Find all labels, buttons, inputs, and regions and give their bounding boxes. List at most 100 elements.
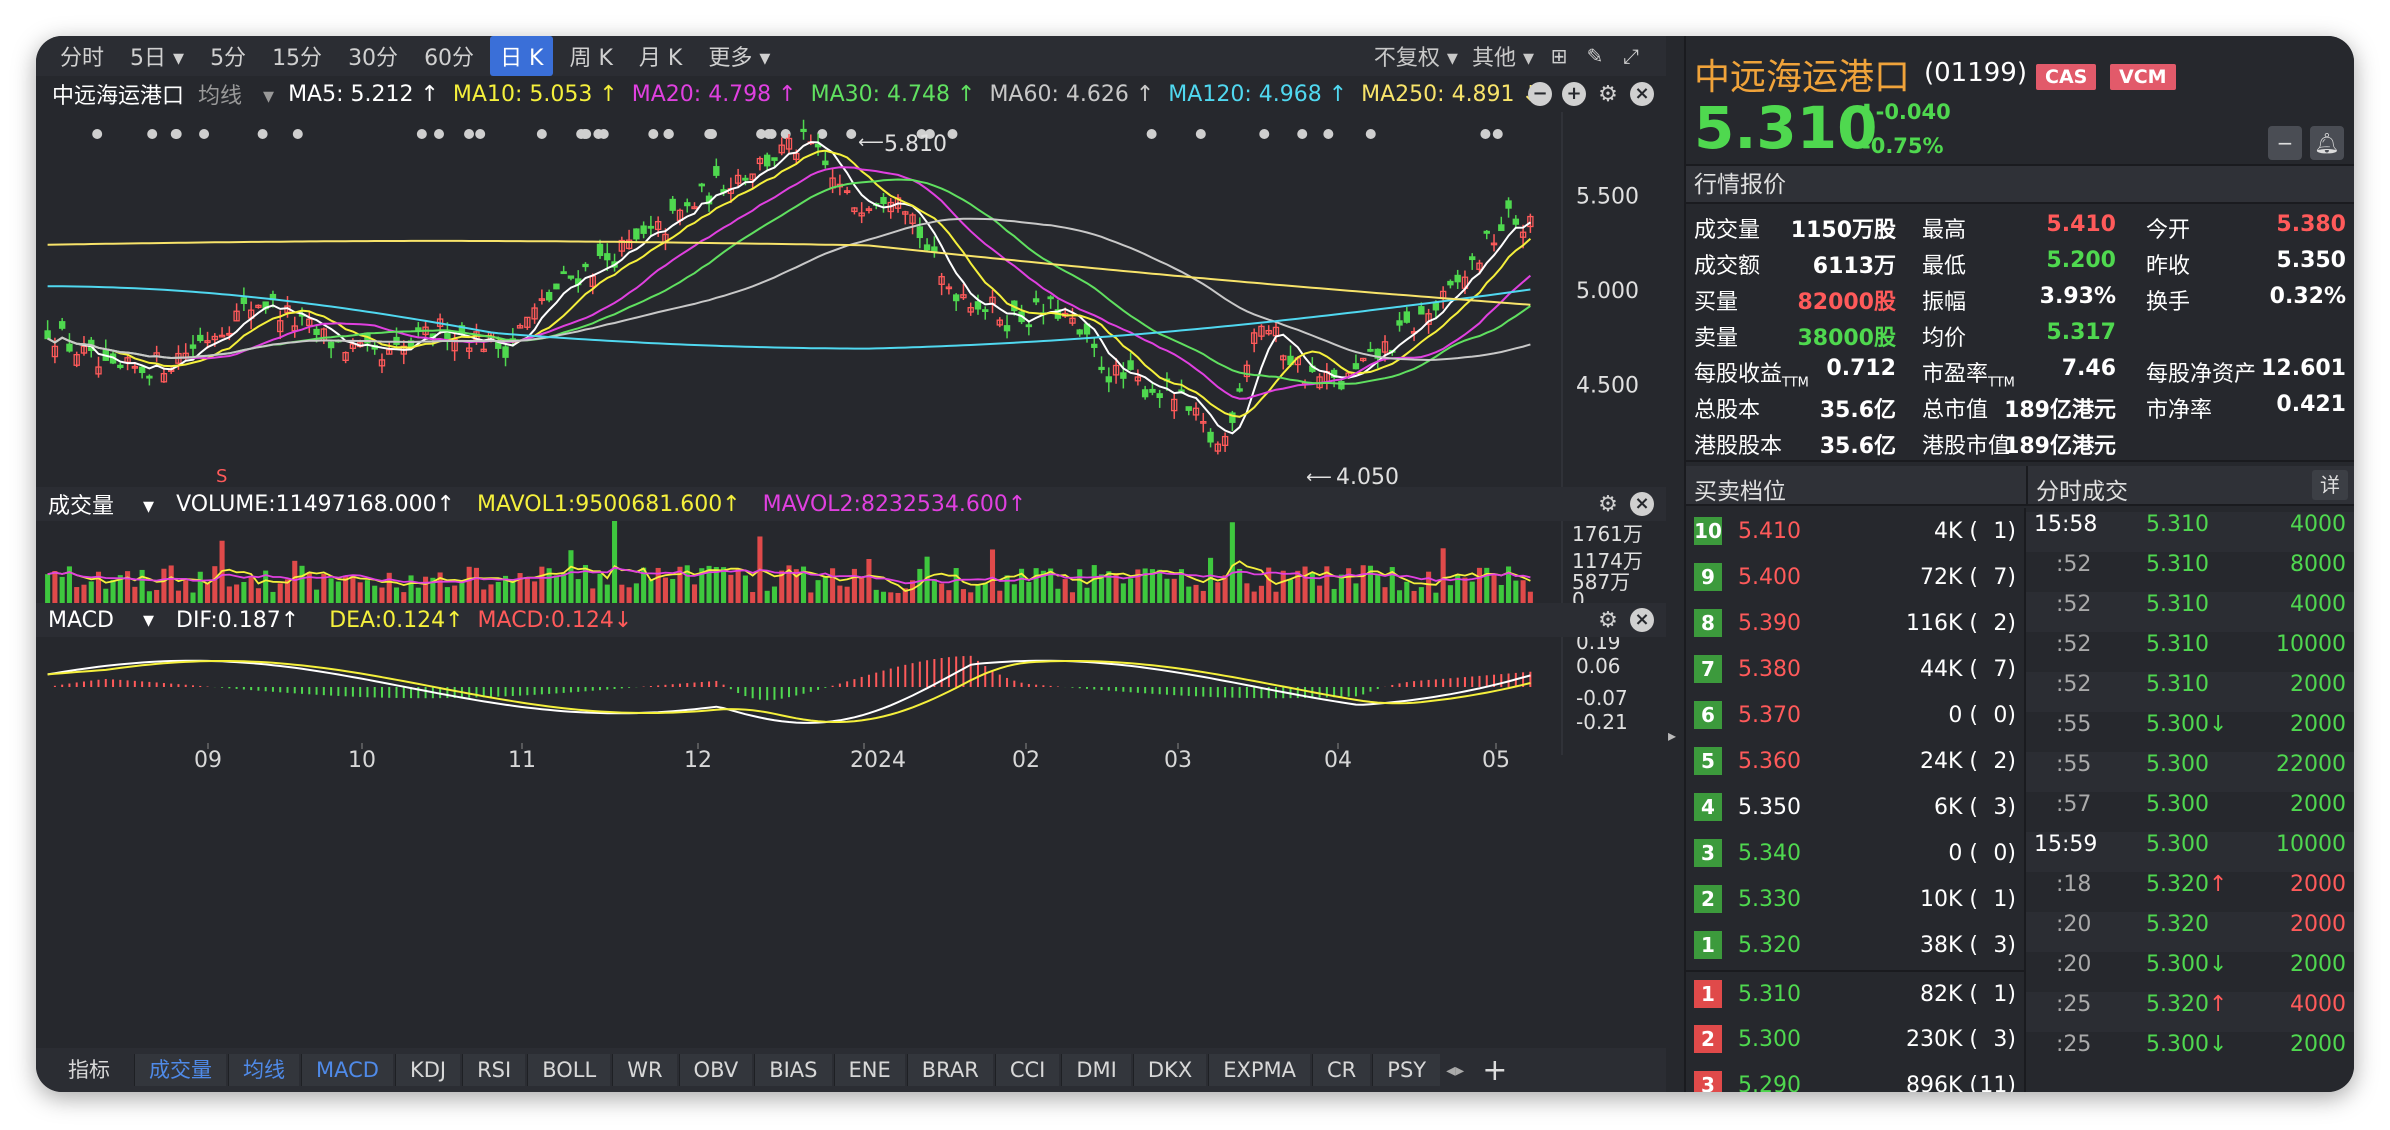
level-price: 5.350 <box>1738 794 1801 820</box>
bid-row[interactable]: 1 5.310 82K (1) <box>1686 970 2026 1016</box>
price-tick-label: 5.000 <box>1576 279 1639 304</box>
indicator-tab-obv[interactable]: OBV <box>678 1054 753 1086</box>
macd-close-icon[interactable]: × <box>1630 608 1654 632</box>
candle-body <box>1105 376 1112 383</box>
ask-row[interactable]: 1 5.320 38K (3) <box>1686 922 2026 968</box>
ask-row[interactable]: 8 5.390 116K (2) <box>1686 600 2026 646</box>
x-axis-label: 10 <box>348 748 376 773</box>
candle-body <box>1047 296 1054 300</box>
level-price: 5.310 <box>1738 981 1801 1007</box>
period-tab-4[interactable]: 30分 <box>338 36 408 76</box>
volume-title-select[interactable]: 成交量 ▾ <box>48 488 154 520</box>
event-dot <box>464 129 475 139</box>
indicator-tab-cci[interactable]: CCI <box>994 1054 1060 1086</box>
volume-close-icon[interactable]: × <box>1630 492 1654 516</box>
cas-badge: CAS <box>2036 64 2097 90</box>
indicator-tab-dmi[interactable]: DMI <box>1061 1054 1131 1086</box>
period-tab-5[interactable]: 60分 <box>414 36 484 76</box>
zoom-out-icon[interactable]: − <box>1528 82 1552 106</box>
indicator-tab-macd[interactable]: MACD <box>301 1054 393 1086</box>
period-tab-9[interactable]: 更多 ▾ <box>698 36 780 76</box>
volume-bar <box>1353 583 1359 605</box>
ma-type-select[interactable]: 均线 ▾ <box>198 78 274 110</box>
detail-button[interactable]: 详 <box>2312 470 2348 500</box>
fullscreen-icon[interactable]: ⤢ <box>1620 44 1642 68</box>
macd-title-select[interactable]: MACD ▾ <box>48 608 154 633</box>
ask-row[interactable]: 4 5.350 6K (3) <box>1686 784 2026 830</box>
indicator-tab-均线[interactable]: 均线 <box>228 1054 299 1086</box>
level-volume: 38K ( <box>1920 932 1978 958</box>
x-axis-label: 05 <box>1482 748 1510 773</box>
volume-settings-icon[interactable]: ⚙ <box>1596 492 1620 517</box>
indicator-tab-成交量[interactable]: 成交量 <box>134 1054 226 1086</box>
tick-price: 5.300↓ <box>2146 712 2227 737</box>
minus-icon[interactable]: − <box>2268 126 2302 160</box>
indicator-tab-cr[interactable]: CR <box>1312 1054 1371 1086</box>
tick-volume: 22000 <box>2276 752 2346 777</box>
volume-bar <box>597 573 603 605</box>
ask-row[interactable]: 10 5.410 4K (1) <box>1686 508 2026 554</box>
candlestick-chart[interactable]: 5.5005.0004.5005.810⟵4.050⟵S <box>36 112 1666 487</box>
tab-scroll-icon[interactable]: ◂▸ <box>1446 1060 1464 1081</box>
macd-settings-icon[interactable]: ⚙ <box>1596 608 1620 633</box>
ask-row[interactable]: 3 5.340 0 (0) <box>1686 830 2026 876</box>
collapse-panel-icon[interactable]: ▸ <box>1668 726 1682 756</box>
draw-pen-icon[interactable]: ✎ <box>1584 44 1606 68</box>
candle-body <box>604 253 611 261</box>
indicator-tab-bias[interactable]: BIAS <box>754 1054 832 1086</box>
indicator-tab-psy[interactable]: PSY <box>1372 1054 1441 1086</box>
indicator-tab-wr[interactable]: WR <box>612 1054 677 1086</box>
zoom-in-icon[interactable]: + <box>1562 82 1586 106</box>
ask-row[interactable]: 5 5.360 24K (2) <box>1686 738 2026 784</box>
period-tab-0[interactable]: 分时 <box>50 36 114 76</box>
volume-bar <box>1011 584 1017 605</box>
ask-row[interactable]: 7 5.380 44K (7) <box>1686 646 2026 692</box>
indicator-tab-ene[interactable]: ENE <box>833 1054 905 1086</box>
close-icon[interactable]: × <box>1630 82 1654 106</box>
bid-row[interactable]: 2 5.300 230K (3) <box>1686 1016 2026 1062</box>
volume-bar <box>822 576 828 605</box>
ask-row[interactable]: 6 5.370 0 (0) <box>1686 692 2026 738</box>
indicator-tabs: 指标 成交量 均线 MACD KDJ RSI BOLL WR OBV BIAS ENE BRAR CCI… <box>36 1048 1666 1092</box>
other-select[interactable]: 其他 ▾ <box>1472 40 1534 72</box>
volume-bar <box>1237 568 1243 605</box>
period-tab-2[interactable]: 5分 <box>200 36 256 76</box>
adjust-select[interactable]: 不复权 ▾ <box>1374 40 1458 72</box>
tick-price: 5.310 <box>2146 632 2209 657</box>
grid-layout-icon[interactable]: ⊞ <box>1548 44 1570 68</box>
tick-price: 5.300↓ <box>2146 1032 2227 1057</box>
book-ticks-header: 买卖档位 分时成交 详 <box>1686 466 2354 506</box>
period-tab-1[interactable]: 5日 ▾ <box>120 36 194 76</box>
ask-row[interactable]: 9 5.400 72K (7) <box>1686 554 2026 600</box>
candle-body <box>327 341 335 349</box>
tick-row: :25 5.320↑ 4000 <box>2026 992 2354 1032</box>
bell-alert-icon[interactable]: 🔔︎ <box>2310 126 2344 160</box>
add-indicator-icon[interactable]: + <box>1482 1053 1507 1088</box>
volume-bar <box>866 558 872 605</box>
candle-body <box>1505 200 1512 209</box>
volume-bar <box>728 574 734 605</box>
level-badge: 2 <box>1694 885 1722 913</box>
macd-chart: 0.190.06 -0.07-0.21 09 10 11 12 2024 02 03 04 05 <box>47 637 1628 773</box>
indicator-tab-rsi[interactable]: RSI <box>462 1054 526 1086</box>
indicator-tab-kdj[interactable]: KDJ <box>394 1054 461 1086</box>
volume-bar <box>931 579 937 605</box>
ask-row[interactable]: 2 5.330 10K (1) <box>1686 876 2026 922</box>
quote-value: 3.93% <box>2039 284 2116 309</box>
period-tab-8[interactable]: 月 K <box>629 36 692 76</box>
indicator-tab-boll[interactable]: BOLL <box>527 1054 611 1086</box>
indicator-tab-brar[interactable]: BRAR <box>906 1054 993 1086</box>
settings-gear-icon[interactable]: ⚙ <box>1596 82 1620 107</box>
tick-time: :55 <box>2056 752 2092 777</box>
period-tab-7[interactable]: 周 K <box>559 36 622 76</box>
period-tab-3[interactable]: 15分 <box>262 36 332 76</box>
ma-line-20 <box>47 166 1532 400</box>
quote-value: 0.712 <box>1826 356 1896 381</box>
bid-row[interactable]: 3 5.290 896K (11) <box>1686 1062 2026 1092</box>
period-tab-6[interactable]: 日 K <box>490 36 554 76</box>
candle-body <box>58 321 66 329</box>
order-book-title: 买卖档位 <box>1694 479 1786 505</box>
indicator-tab-expma[interactable]: EXPMA <box>1208 1054 1311 1086</box>
indicator-tab-dkx[interactable]: DKX <box>1132 1054 1207 1086</box>
event-dot <box>171 129 182 139</box>
